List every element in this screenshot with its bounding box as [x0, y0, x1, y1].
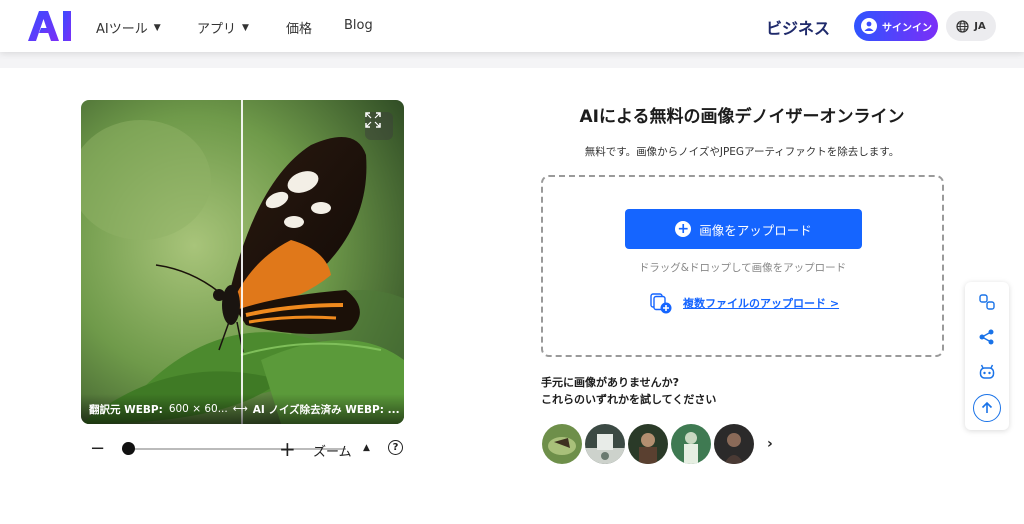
- expand-icon[interactable]: [365, 112, 393, 140]
- help-icon[interactable]: ?: [388, 440, 403, 455]
- top-header: AIツール ▼ アプリ ▼ 価格 Blog ビジネス サインイン JA: [0, 0, 1024, 52]
- nav-apps-label: アプリ: [197, 22, 237, 37]
- sample-image-2[interactable]: [585, 424, 625, 464]
- page-subtitle: 無料です。画像からノイズやJPEGアーティファクトを除去します。: [584, 146, 900, 158]
- compare-arrow-icon: ⟷: [232, 403, 248, 415]
- bot-icon[interactable]: [973, 358, 1001, 386]
- sample-images: ›: [542, 423, 773, 465]
- result-label: AI ノイズ除去済み WEBP: ...: [252, 403, 400, 416]
- page-title: AIによる無料の画像デノイザーオンライン: [579, 107, 905, 127]
- zoom-controls: − + ズーム ▲ ?: [88, 437, 408, 461]
- sample-image-5[interactable]: [714, 424, 754, 464]
- nav-apps[interactable]: アプリ ▼: [197, 18, 249, 37]
- side-toolbar: [965, 282, 1009, 430]
- signin-label: サインイン: [882, 22, 932, 34]
- logo-icon[interactable]: [28, 11, 74, 41]
- plus-circle-icon: +: [675, 221, 692, 237]
- compare-caption: 翻訳元 WEBP: 600 × 60... ⟷ AI ノイズ除去済み WEBP:…: [81, 394, 404, 424]
- share-icon[interactable]: [973, 323, 1001, 351]
- nav-pricing-label: 価格: [286, 22, 313, 37]
- signin-button[interactable]: サインイン: [854, 11, 938, 41]
- nav-blog-label: Blog: [344, 18, 373, 33]
- upload-dropzone[interactable]: + 画像をアップロード ドラッグ&ドロップして画像をアップロード 複数ファイルの…: [541, 175, 944, 357]
- user-icon: [861, 18, 877, 34]
- sample-image-3[interactable]: [628, 424, 668, 464]
- no-image-line2: これらのいずれかを試してください: [541, 393, 717, 406]
- no-image-prompt: 手元に画像がありませんか? これらのいずれかを試してください: [541, 374, 716, 408]
- before-after-compare[interactable]: 翻訳元 WEBP: 600 × 60... ⟷ AI ノイズ除去済み WEBP:…: [81, 100, 404, 424]
- no-image-line1: 手元に画像がありませんか?: [541, 376, 680, 389]
- nav-pricing[interactable]: 価格: [286, 18, 312, 37]
- original-label: 翻訳元 WEBP:: [89, 403, 163, 416]
- lang-label: JA: [974, 20, 986, 32]
- zoom-label: ズーム: [313, 445, 352, 460]
- globe-icon: [956, 19, 969, 33]
- nav-ai-tools-label: AIツール: [96, 22, 148, 37]
- multi-upload-link[interactable]: 複数ファイルのアップロード >: [649, 291, 839, 315]
- zoom-slider-thumb[interactable]: [122, 442, 135, 455]
- caret-up-icon[interactable]: ▲: [363, 443, 370, 453]
- sample-image-4[interactable]: [671, 424, 711, 464]
- upload-image-button[interactable]: + 画像をアップロード: [625, 209, 862, 249]
- chevron-down-icon: ▼: [242, 22, 249, 33]
- original-size: 600 × 60...: [168, 403, 228, 415]
- drag-drop-hint: ドラッグ&ドロップして画像をアップロード: [638, 262, 847, 274]
- header-subbar: [0, 52, 1024, 68]
- language-selector[interactable]: JA: [946, 11, 996, 41]
- upload-button-label: 画像をアップロード: [699, 222, 812, 238]
- sample-image-1[interactable]: [542, 424, 582, 464]
- zoom-in-button[interactable]: +: [279, 437, 296, 461]
- link-icon[interactable]: [973, 288, 1001, 316]
- chevron-right-icon[interactable]: ›: [767, 436, 773, 452]
- multi-upload-label: 複数ファイルのアップロード >: [683, 297, 840, 310]
- multi-files-icon: [650, 293, 672, 314]
- arrow-up-icon[interactable]: [973, 394, 1001, 422]
- nav-ai-tools[interactable]: AIツール ▼: [96, 18, 161, 37]
- business-link[interactable]: ビジネス: [766, 15, 830, 39]
- compare-divider-handle[interactable]: [241, 100, 243, 424]
- chevron-down-icon: ▼: [153, 22, 161, 33]
- zoom-out-button[interactable]: −: [90, 438, 105, 459]
- nav-blog[interactable]: Blog: [344, 18, 373, 33]
